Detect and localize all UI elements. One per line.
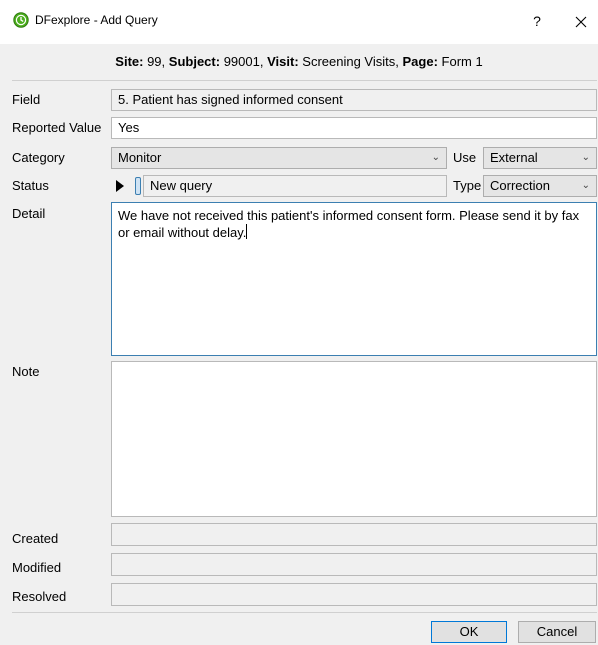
use-select[interactable]: External ⌄ (483, 147, 597, 169)
close-button[interactable] (566, 6, 596, 36)
resolved-label: Resolved (12, 589, 67, 604)
created-label: Created (12, 531, 59, 546)
chevron-down-icon: ⌄ (431, 152, 440, 163)
type-selected-value: Correction (490, 178, 550, 193)
site-value: 99 (147, 54, 162, 69)
footer-divider (12, 612, 597, 613)
category-selected-value: Monitor (118, 150, 162, 165)
detail-label: Detail (12, 206, 46, 221)
modified-label: Modified (12, 560, 62, 575)
field-label: Field (12, 92, 41, 107)
use-label: Use (453, 150, 477, 165)
type-select[interactable]: Correction ⌄ (483, 175, 597, 197)
help-button[interactable]: ? (522, 6, 552, 36)
reported-value-label: Reported Value (12, 120, 102, 135)
note-label: Note (12, 364, 40, 379)
type-label: Type (453, 178, 482, 193)
chevron-down-icon: ⌄ (581, 180, 590, 191)
field-name-display: 5. Patient has signed informed consent (111, 89, 597, 111)
ok-button[interactable]: OK (431, 621, 507, 643)
resolved-field (111, 583, 597, 606)
cancel-button[interactable]: Cancel (518, 621, 596, 643)
close-icon (575, 16, 587, 27)
use-selected-value: External (490, 150, 538, 165)
created-field (111, 523, 597, 546)
visit-label: Visit: (267, 54, 299, 69)
window-title: DFexplore - Add Query (35, 13, 158, 27)
detail-textarea[interactable]: We have not received this patient's info… (111, 202, 597, 356)
status-indicator-icon (135, 177, 141, 195)
chevron-down-icon: ⌄ (581, 152, 590, 163)
reported-value-field[interactable]: Yes (111, 117, 597, 139)
site-label: Site: (115, 54, 144, 69)
clock-icon (13, 12, 29, 28)
status-value: New query (143, 175, 447, 197)
header-divider (12, 80, 597, 81)
subject-value: 99001 (223, 54, 260, 69)
subject-label: Subject: (168, 54, 221, 69)
page-label: Page: (402, 54, 438, 69)
query-context-header: Site: 99, Subject: 99001, Visit: Screeni… (115, 54, 483, 69)
detail-text: We have not received this patient's info… (118, 208, 583, 240)
status-label: Status (12, 178, 49, 193)
text-caret (246, 224, 248, 239)
play-icon[interactable] (113, 177, 127, 195)
modified-field (111, 553, 597, 576)
page-value: Form 1 (441, 54, 483, 69)
category-label: Category (12, 150, 65, 165)
category-select[interactable]: Monitor ⌄ (111, 147, 447, 169)
note-textarea[interactable] (111, 361, 597, 517)
visit-value: Screening Visits (302, 54, 396, 69)
